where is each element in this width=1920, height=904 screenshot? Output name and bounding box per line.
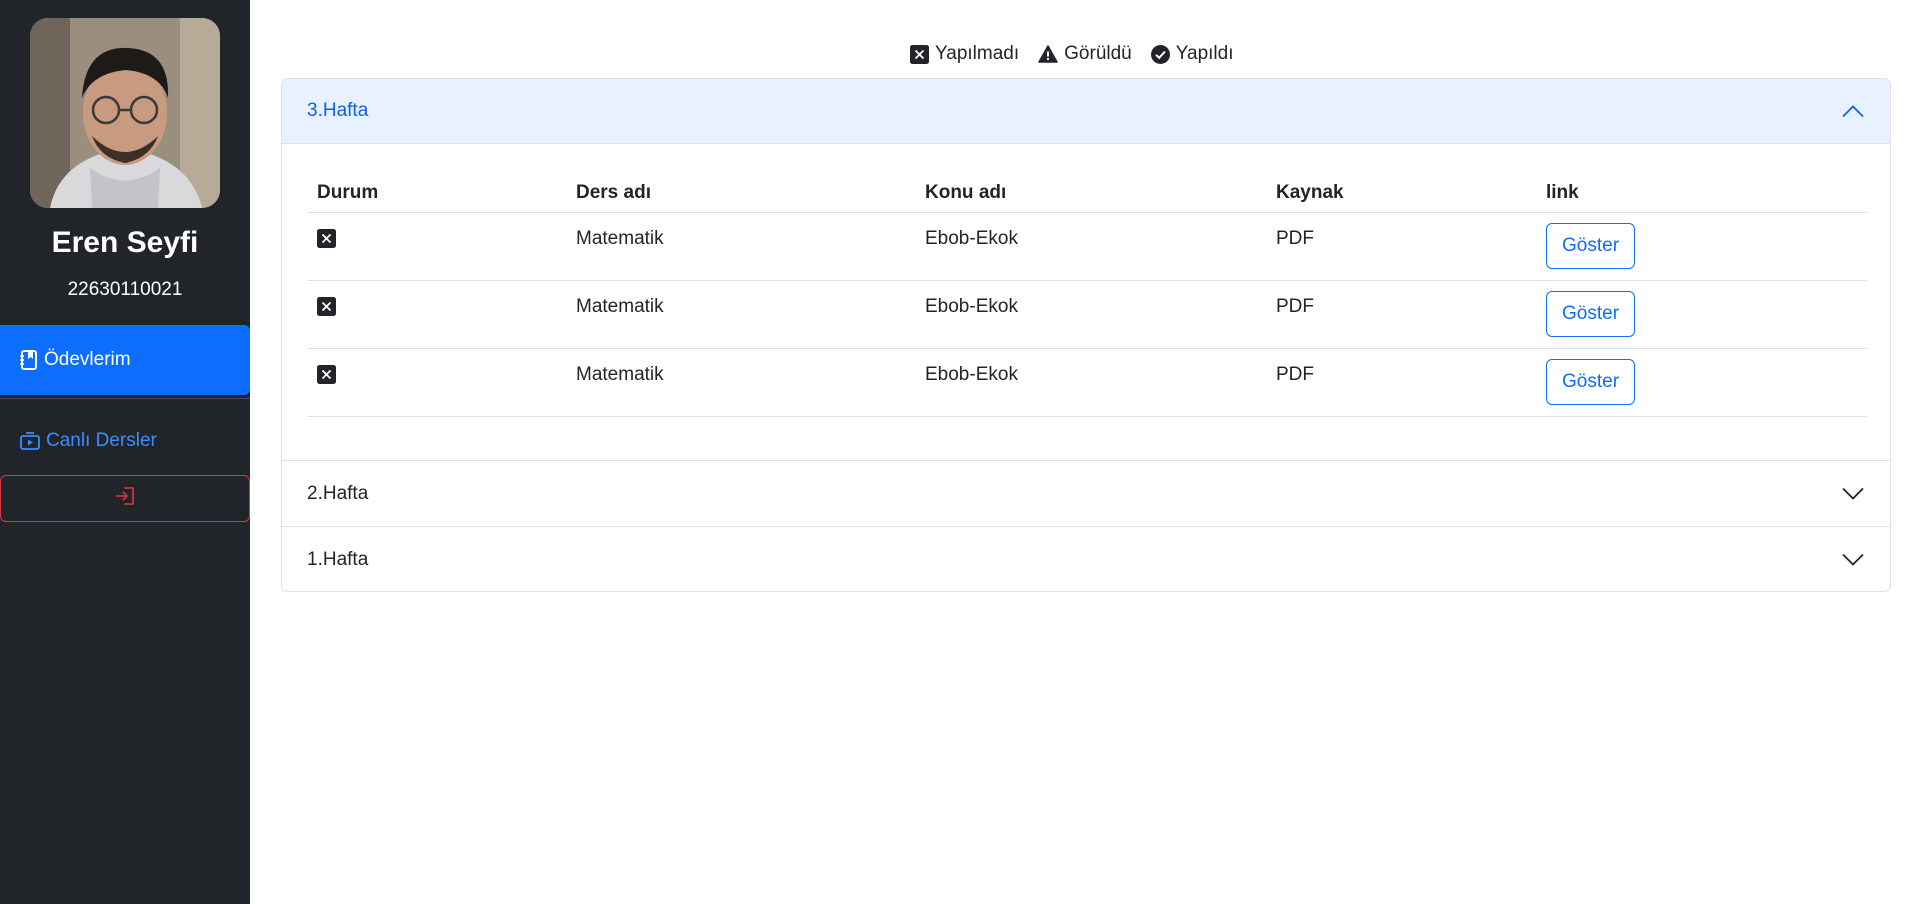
accordion-title: 3.Hafta (307, 100, 369, 121)
link-cell: Göster (1536, 212, 1867, 281)
topic-cell: Ebob-Ekok (915, 212, 1266, 281)
weeks-accordion: 3.Hafta Durum Ders adı Konu adı Kaynak l… (281, 78, 1891, 592)
avatar (30, 18, 220, 208)
topic-cell: Ebob-Ekok (915, 280, 1266, 349)
check-circle-fill-icon (1150, 44, 1170, 64)
goster-button[interactable]: Göster (1546, 358, 1636, 405)
journal-bookmark-icon (20, 350, 38, 370)
topic-cell: Ebob-Ekok (915, 348, 1266, 417)
course-cell: Matematik (566, 348, 915, 417)
x-square-fill-icon (317, 296, 336, 316)
column-header-durum: Durum (307, 174, 566, 213)
goster-button[interactable]: Göster (1546, 222, 1636, 269)
accordion-title: 2.Hafta (307, 482, 369, 504)
table-row: Matematik Ebob-Ekok PDF Göster (307, 348, 1867, 417)
accordion-header-week-3[interactable]: 3.Hafta (282, 79, 1890, 144)
table-row: Matematik Ebob-Ekok PDF Göster (307, 212, 1867, 281)
legend-label: Yapılmadı (935, 43, 1020, 64)
column-header-konu-adi: Konu adı (915, 174, 1266, 213)
column-header-kaynak: Kaynak (1266, 174, 1536, 213)
source-cell: PDF (1266, 212, 1536, 281)
source-cell: PDF (1266, 280, 1536, 349)
sidebar: Eren Seyfi 22630110021 Ödevlerim Canlı D… (0, 0, 250, 904)
legend-item-yapilmadi: Yapılmadı (910, 43, 1019, 65)
chevron-down-icon (1842, 487, 1864, 500)
status-cell (307, 348, 566, 417)
course-cell: Matematik (566, 212, 915, 281)
x-square-fill-icon (317, 364, 336, 384)
nav-item-label: Canlı Dersler (46, 430, 157, 451)
homework-table: Durum Ders adı Konu adı Kaynak link Mate… (307, 174, 1867, 417)
exclamation-triangle-fill-icon (1038, 45, 1058, 63)
link-cell: Göster (1536, 348, 1867, 417)
table-header-row: Durum Ders adı Konu adı Kaynak link (307, 174, 1867, 213)
accordion-title: 1.Hafta (307, 548, 369, 570)
user-name: Eren Seyfi (51, 226, 199, 259)
legend-label: Görüldü (1064, 43, 1132, 64)
accordion-body-week-3: Durum Ders adı Konu adı Kaynak link Mate… (282, 144, 1890, 461)
nav-item-odevlerim[interactable]: Ödevlerim (0, 325, 250, 395)
legend-item-yapildi: Yapıldı (1150, 43, 1234, 65)
legend-label: Yapıldı (1175, 43, 1234, 64)
course-cell: Matematik (566, 280, 915, 349)
column-header-link: link (1536, 174, 1867, 213)
x-square-fill-icon (317, 228, 336, 248)
sidebar-divider (0, 398, 250, 399)
nav-item-canli-dersler[interactable]: Canlı Dersler (20, 428, 157, 454)
source-cell: PDF (1266, 348, 1536, 417)
table-row: Matematik Ebob-Ekok PDF Göster (307, 280, 1867, 349)
goster-button[interactable]: Göster (1546, 290, 1636, 337)
status-cell (307, 212, 566, 281)
chevron-up-icon (1842, 105, 1864, 118)
status-cell (307, 280, 566, 349)
accordion-header-week-1[interactable]: 1.Hafta (282, 527, 1890, 591)
chevron-down-icon (1842, 553, 1864, 566)
x-square-fill-icon (910, 44, 929, 64)
accordion-header-week-2[interactable]: 2.Hafta (282, 461, 1890, 527)
column-header-ders-adi: Ders adı (566, 174, 915, 213)
legend-item-goruldu: Görüldü (1038, 43, 1132, 65)
nav-item-label: Ödevlerim (44, 349, 131, 370)
status-legend: Yapılmadı Görüldü Yapıldı (910, 42, 1253, 66)
camera-video-icon (20, 432, 40, 450)
box-arrow-in-right-icon (115, 487, 135, 510)
user-id: 22630110021 (67, 279, 183, 300)
link-cell: Göster (1536, 280, 1867, 349)
logout-button[interactable] (0, 475, 250, 522)
